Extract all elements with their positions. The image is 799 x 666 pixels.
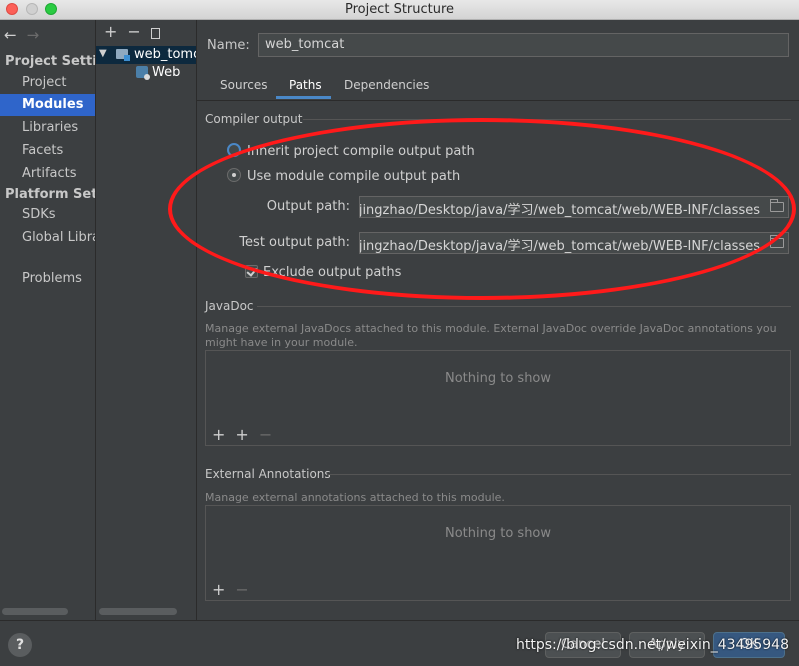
sidebar-item-modules[interactable]: Modules (0, 94, 95, 116)
exclude-output-label: Exclude output paths (263, 265, 402, 280)
sidebar-item-facets[interactable]: Facets (0, 140, 95, 162)
module-folder-icon (116, 49, 130, 61)
output-path-input[interactable]: /Users/jingzhao/Desktop/java/学习/web_tomc… (359, 196, 789, 218)
window-title: Project Structure (344, 2, 455, 17)
tab-paths[interactable]: Paths (289, 78, 322, 92)
remove-module-button[interactable]: − (127, 22, 140, 41)
tree-item-web-tomcat[interactable]: ▼ web_tomcat (96, 46, 196, 64)
add-javadoc-url-button[interactable]: + (235, 425, 248, 444)
inherit-radio-label: Inherit project compile output path (247, 144, 475, 159)
dialog-footer: ? Cancel Apply OK https://blog.csdn.net/… (0, 620, 799, 666)
section-divider (303, 119, 791, 120)
arrow-left-icon[interactable]: ← (4, 26, 17, 44)
use-module-output-option[interactable]: Use module compile output path (227, 168, 460, 184)
paths-tab-content: Compiler output Inherit project compile … (197, 101, 799, 620)
module-name-input[interactable]: web_tomcat (258, 33, 789, 57)
name-label: Name: (207, 38, 250, 53)
module-settings-panel: Name: web_tomcat Sources Paths Dependenc… (197, 20, 799, 620)
compiler-output-title: Compiler output (205, 112, 303, 126)
test-output-path-value: /Users/jingzhao/Desktop/java/学习/web_tomc… (359, 239, 760, 254)
sidebar-item-libraries[interactable]: Libraries (0, 117, 95, 139)
active-tab-indicator (276, 96, 331, 99)
exclude-output-paths-option[interactable]: Exclude output paths (245, 265, 401, 280)
nav-arrows: ← → (4, 26, 49, 44)
watermark-text: https://blog.csdn.net/weixin_43495948 (515, 637, 789, 653)
tab-dependencies[interactable]: Dependencies (344, 78, 429, 92)
output-path-value: /Users/jingzhao/Desktop/java/学习/web_tomc… (359, 203, 760, 218)
copy-icon[interactable] (150, 28, 160, 39)
javadoc-title: JavaDoc (205, 299, 254, 313)
folder-browse-icon[interactable] (770, 235, 784, 248)
help-button[interactable]: ? (8, 633, 32, 657)
tree-item-label: web_tomcat (134, 47, 196, 62)
add-module-button[interactable]: + (104, 22, 117, 41)
tree-item-web-facet[interactable]: Web (136, 65, 180, 80)
test-output-path-input[interactable]: /Users/jingzhao/Desktop/java/学习/web_tomc… (359, 232, 789, 254)
module-tabs: Sources Paths Dependencies (197, 74, 799, 100)
tree-scrollbar[interactable] (99, 608, 177, 615)
inherit-radio[interactable] (227, 143, 241, 157)
sidebar-item-sdks[interactable]: SDKs (0, 204, 95, 226)
arrow-right-icon[interactable]: → (27, 26, 40, 44)
test-output-path-label: Test output path: (239, 235, 350, 250)
add-javadoc-button[interactable]: + (212, 425, 225, 444)
sidebar-item-global-libraries[interactable]: Global Libraries (0, 227, 95, 249)
add-annotation-button[interactable]: + (212, 580, 225, 599)
tree-item-label: Web (152, 65, 181, 80)
javadoc-toolbar: + + − (212, 425, 282, 444)
external-annotations-title: External Annotations (205, 467, 331, 481)
remove-javadoc-button[interactable]: − (259, 425, 272, 444)
exclude-output-checkbox[interactable] (245, 265, 258, 278)
tree-toolbar: + − (104, 22, 170, 41)
output-path-label: Output path: (266, 199, 350, 214)
annotations-toolbar: + − (212, 580, 259, 599)
annotations-list[interactable]: Nothing to show + − (205, 505, 791, 601)
use-module-radio[interactable] (227, 168, 241, 182)
inherit-output-option[interactable]: Inherit project compile output path (227, 143, 475, 159)
use-module-radio-label: Use module compile output path (247, 169, 461, 184)
section-divider (327, 474, 791, 475)
sidebar-item-project[interactable]: Project (0, 72, 95, 94)
section-divider (257, 306, 791, 307)
tab-sources[interactable]: Sources (220, 78, 267, 92)
javadoc-list[interactable]: Nothing to show + + − (205, 350, 791, 446)
web-facet-icon (136, 66, 150, 80)
module-tree-panel: +− ▼ web_tomcat Web (96, 20, 197, 620)
sidebar-item-artifacts[interactable]: Artifacts (0, 163, 95, 185)
annotations-empty-text: Nothing to show (444, 526, 552, 541)
remove-annotation-button[interactable]: − (235, 580, 248, 599)
folder-browse-icon[interactable] (770, 199, 784, 212)
sidebar-scrollbar[interactable] (2, 608, 68, 615)
sidebar-item-problems[interactable]: Problems (0, 268, 95, 290)
annotations-description: Manage external annotations attached to … (205, 491, 505, 504)
settings-sidebar: ←→ Project Settings Project Modules Libr… (0, 20, 96, 620)
title-bar: Project Structure (0, 0, 799, 20)
expand-triangle-icon[interactable]: ▼ (99, 48, 107, 59)
project-settings-header: Project Settings (5, 54, 95, 69)
platform-settings-header: Platform Settings (5, 187, 95, 202)
javadoc-empty-text: Nothing to show (444, 371, 552, 386)
javadoc-description: Manage external JavaDocs attached to thi… (205, 322, 777, 349)
